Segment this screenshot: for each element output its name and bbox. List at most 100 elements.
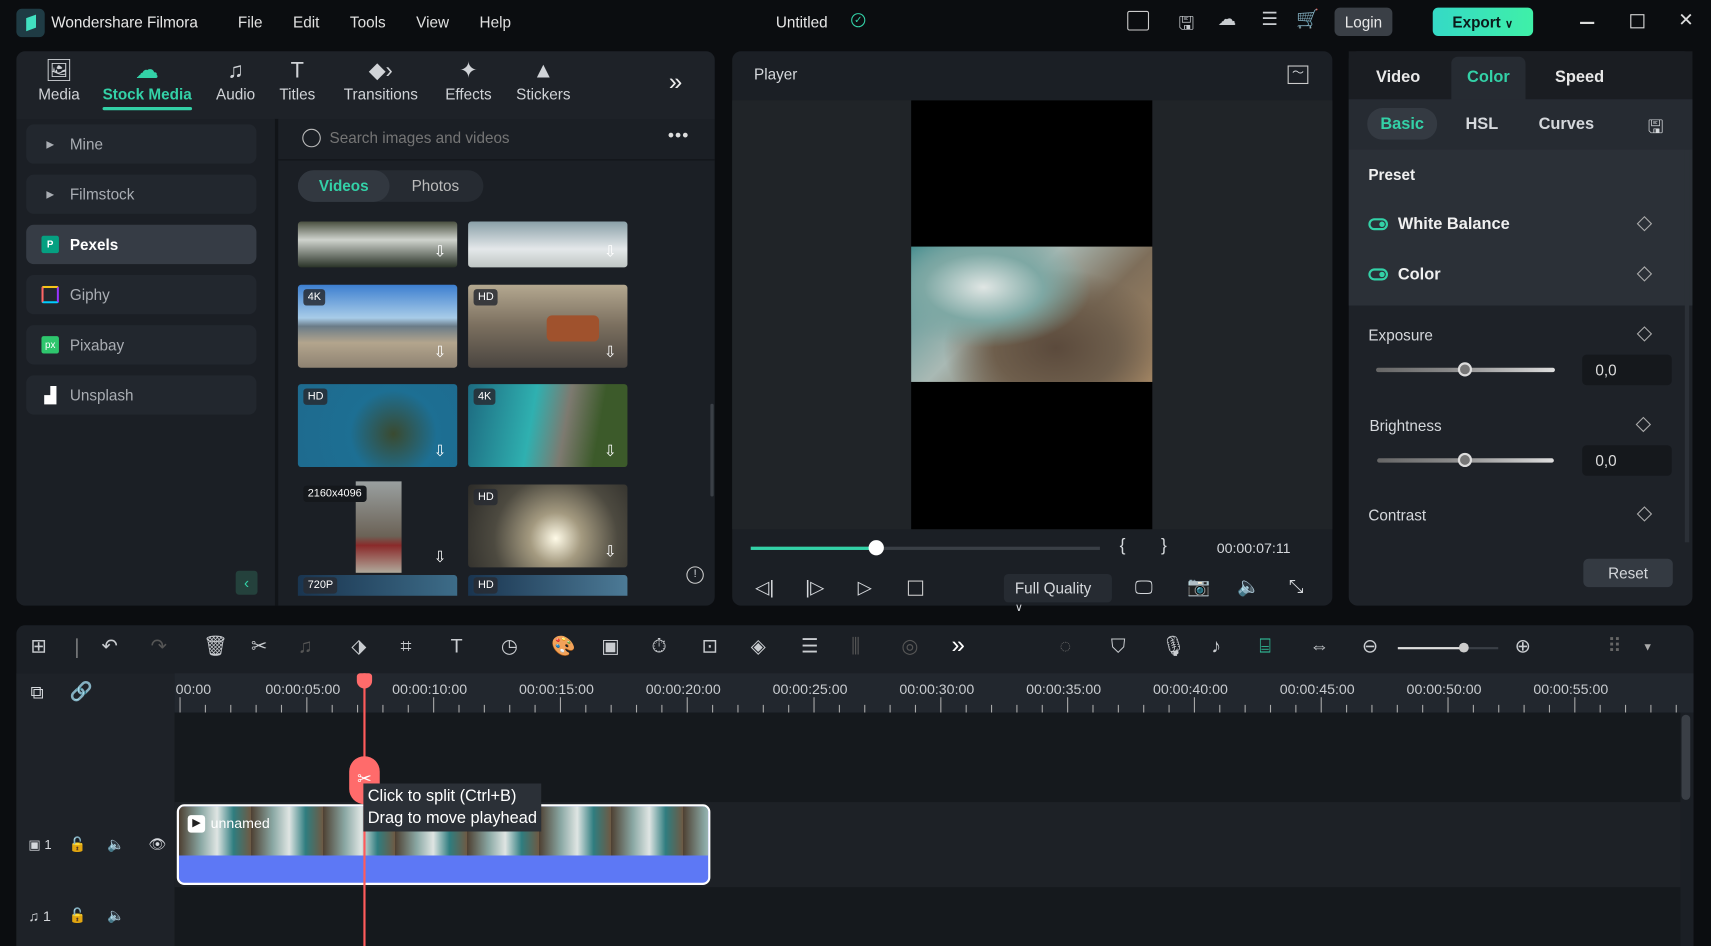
save-preset-icon[interactable]: 🖫 [1648,113,1664,145]
menu-help[interactable]: Help [480,13,511,30]
sidebar-item-pexels[interactable]: P Pexels [26,224,257,265]
maximize-button[interactable] [1630,14,1645,29]
audio-split-icon[interactable]: ♫ [298,635,313,658]
text-icon[interactable]: T [451,635,463,658]
zoom-out-icon[interactable]: ⊖ [1362,635,1378,658]
cart-icon[interactable]: 🛒 [1296,9,1319,31]
more-options-icon[interactable]: ••• [668,127,690,147]
layout-icon[interactable] [1127,10,1150,31]
timeline-zoom-slider[interactable] [1397,647,1499,650]
subtab-curves[interactable]: Curves [1539,115,1594,134]
photos-tab[interactable]: Photos [390,170,482,202]
stop-icon[interactable] [907,580,924,596]
export-button[interactable]: Export ∨ [1432,7,1534,37]
zoom-slider-handle[interactable] [1458,642,1469,653]
grid-scrollbar[interactable] [710,403,714,497]
color-palette-icon[interactable]: 🎨 [551,635,575,658]
undo-icon[interactable]: ↶ [101,635,117,658]
cloud-upload-icon[interactable]: ☁ [1218,9,1237,31]
video-thumbnail[interactable]: HD ⇩ [468,284,628,368]
volume-icon[interactable]: 🔈 [1237,576,1260,598]
green-screen-icon[interactable]: ▣ [601,635,620,658]
more-tools-icon[interactable]: » [952,631,965,659]
sidebar-item-mine[interactable]: ▶ Mine [26,124,257,164]
adjust-sliders-icon[interactable]: ☰ [801,635,819,658]
audio-sync-icon[interactable]: ◎ [901,635,918,658]
menu-file[interactable]: File [238,13,263,30]
info-icon[interactable]: ! [686,566,704,584]
mute-icon[interactable]: 🔈 [107,836,125,853]
menu-view[interactable]: View [416,13,449,30]
video-thumbnail[interactable]: 2160x4096 ⇩ [298,481,457,573]
subtab-hsl[interactable]: HSL [1465,115,1498,134]
white-balance-toggle[interactable] [1368,218,1389,231]
dropdown-arrow-icon[interactable]: ▼ [1642,642,1653,654]
video-thumbnail[interactable]: 4K ⇩ [468,384,628,468]
close-button[interactable]: ✕ [1678,10,1694,32]
tab-video[interactable]: Video [1376,68,1420,87]
tab-effects[interactable]: ✦ Effects [445,57,491,103]
snap-icon[interactable]: ⌸ [1259,635,1271,658]
track-layout-icon[interactable]: ⠿ [1607,635,1621,658]
more-tabs-chevron-icon[interactable]: » [669,68,682,96]
mark-in-button[interactable]: { [1120,537,1126,557]
eye-visibility-icon[interactable]: 👁 [148,836,166,853]
snapshot-camera-icon[interactable]: 📷 [1187,576,1210,598]
videos-tab[interactable]: Videos [297,170,390,202]
color-toggle[interactable] [1368,268,1389,281]
zoom-in-icon[interactable]: ⊕ [1515,635,1531,658]
download-icon[interactable]: ⇩ [604,343,617,362]
layout-grid-icon[interactable]: ⊞ [31,635,47,658]
marker-icon[interactable]: ⛉ [1111,635,1126,658]
sidebar-item-filmstock[interactable]: ▶ Filmstock [26,174,257,214]
exposure-value-input[interactable]: 0,0 [1582,354,1672,386]
lock-icon[interactable]: 🔓 [69,836,87,853]
save-icon[interactable]: 🖫 [1178,10,1194,42]
sidebar-item-unsplash[interactable]: ▟ Unsplash [26,375,257,415]
login-button[interactable]: Login [1334,7,1393,37]
fit-timeline-icon[interactable]: ⇔ [1309,635,1329,658]
download-icon[interactable]: ⇩ [433,548,446,567]
brightness-value-input[interactable]: 0,0 [1582,445,1672,476]
video-thumbnail[interactable]: HD [468,575,628,596]
scopes-icon[interactable]: 〜 [1287,65,1309,85]
brightness-slider-handle[interactable] [1457,452,1473,468]
scissors-cut-icon[interactable]: ✂ [251,635,267,658]
subtab-basic[interactable]: Basic [1367,108,1438,140]
download-icon[interactable]: ⇩ [604,542,617,561]
link-icon[interactable]: 🔗 [70,681,93,703]
tab-media[interactable]: 🖼 Media [38,57,80,103]
video-canvas[interactable] [911,100,1153,530]
menu-list-icon[interactable]: ☰ [1261,9,1278,31]
reset-button[interactable]: Reset [1583,558,1673,588]
play-icon[interactable]: ▷ [858,577,872,599]
video-thumbnail[interactable]: HD ⇩ [297,384,458,468]
tag-icon[interactable]: ⬗ [351,635,366,658]
download-icon[interactable]: ⇩ [433,343,446,362]
mute-icon[interactable]: 🔈 [107,907,125,924]
prev-frame-icon[interactable]: ◁| [755,577,774,599]
menu-edit[interactable]: Edit [293,13,319,30]
collapse-sidebar-button[interactable]: ‹ [235,570,258,595]
audio-waveform-icon[interactable]: ⫼ [851,635,860,658]
video-thumbnail[interactable]: HD ⇩ [468,484,628,568]
timer-icon[interactable]: ⏱ [651,635,666,658]
redo-icon[interactable]: ↷ [151,635,167,658]
properties-scrollbar[interactable] [1684,149,1690,543]
sidebar-item-giphy[interactable]: Giphy [26,274,257,315]
crop-icon[interactable]: ⌗ [400,635,411,658]
mark-out-button[interactable]: } [1161,537,1167,557]
download-icon[interactable]: ⇩ [433,442,446,461]
add-frame-icon[interactable]: ⊡ [702,635,718,658]
tab-transitions[interactable]: ◆› Transitions [344,57,418,103]
speed-icon[interactable]: ◷ [501,635,518,658]
tab-titles[interactable]: T Titles [279,57,315,103]
download-icon[interactable]: ⇩ [604,442,617,461]
video-thumbnail[interactable]: ⇩ [468,221,628,268]
download-icon[interactable]: ⇩ [433,242,446,261]
menu-tools[interactable]: Tools [350,13,386,30]
download-icon[interactable]: ⇩ [604,242,617,261]
playback-progress[interactable] [750,546,1100,550]
tab-audio[interactable]: ♫ Audio [216,57,255,103]
audio-list-icon[interactable]: ♪ [1211,635,1221,658]
